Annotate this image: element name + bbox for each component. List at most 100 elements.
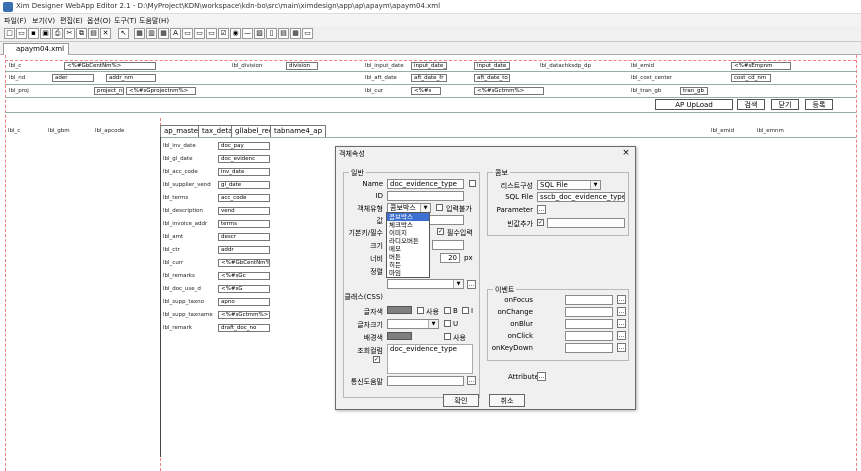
register-button[interactable]: 등록 bbox=[805, 99, 833, 110]
close-button[interactable]: 닫기 bbox=[771, 99, 799, 110]
save-all-icon[interactable]: ▣ bbox=[40, 28, 51, 39]
menu-edit[interactable]: 편집(E) bbox=[60, 16, 83, 26]
copy-icon[interactable]: ⧉ bbox=[76, 28, 87, 39]
grid-icon[interactable]: ▥ bbox=[146, 28, 157, 39]
new-icon[interactable]: □ bbox=[4, 28, 15, 39]
event-edit-button[interactable]: … bbox=[617, 343, 626, 352]
dropdown-option[interactable]: 체크박스 bbox=[387, 221, 429, 229]
combobox-icon[interactable]: ▭ bbox=[206, 28, 217, 39]
form-field[interactable]: doc_pay bbox=[218, 142, 270, 150]
menu-file[interactable]: 파일(F) bbox=[4, 16, 26, 26]
name-input[interactable]: doc_evidence_type bbox=[387, 179, 464, 189]
radio-icon[interactable]: ◉ bbox=[230, 28, 241, 39]
query-textarea[interactable]: doc_evidence_type bbox=[387, 344, 473, 374]
ap-upload-button[interactable]: AP UpLoad bbox=[655, 99, 733, 110]
form-field[interactable]: vend bbox=[218, 207, 270, 215]
print-icon[interactable]: ⎙ bbox=[52, 28, 63, 39]
cut-icon[interactable]: ✂ bbox=[64, 28, 75, 39]
form-field[interactable]: inv_date bbox=[218, 168, 270, 176]
field-centnm[interactable]: <%#GbCentNm%> bbox=[64, 62, 156, 70]
width-input[interactable]: 20 bbox=[440, 253, 460, 263]
align-select[interactable]: ▼ bbox=[387, 279, 464, 289]
forecolor-use-checkbox[interactable] bbox=[417, 307, 424, 314]
form-field[interactable]: doc_evidenc bbox=[218, 155, 270, 163]
field-aft-date-fr[interactable]: aft_date_fr bbox=[411, 74, 447, 82]
dropdown-option[interactable]: 히든 bbox=[387, 261, 429, 269]
pointer-icon[interactable]: ↖ bbox=[118, 28, 129, 39]
close-icon[interactable]: × bbox=[621, 148, 631, 159]
query-checkbox[interactable]: ✓ bbox=[373, 356, 380, 363]
search-button[interactable]: 검색 bbox=[737, 99, 765, 110]
backcolor-use-checkbox[interactable] bbox=[444, 333, 451, 340]
bold-checkbox[interactable] bbox=[444, 307, 451, 314]
field-aft-date-to[interactable]: aft_date_to bbox=[474, 74, 510, 82]
event-edit-button[interactable]: … bbox=[617, 307, 626, 316]
required-checkbox[interactable]: ✓ bbox=[437, 228, 444, 235]
menu-options[interactable]: 옵션(O) bbox=[87, 16, 111, 26]
name-checkbox[interactable] bbox=[469, 180, 476, 187]
event-input-onfocus[interactable] bbox=[565, 295, 613, 305]
doc-tab-apaym04[interactable]: apaym04.xml bbox=[3, 43, 70, 55]
field-empnm[interactable]: <%#sEmpnm bbox=[731, 62, 791, 70]
underline-checkbox[interactable] bbox=[444, 320, 451, 327]
form-field[interactable]: acc_code bbox=[218, 194, 270, 202]
event-input-onblur[interactable] bbox=[565, 319, 613, 329]
readonly-checkbox[interactable] bbox=[436, 204, 443, 211]
dropdown-option[interactable]: 콤보박스 bbox=[387, 213, 429, 221]
list-type-select[interactable]: SQL File ▼ bbox=[537, 180, 601, 190]
menu-tools[interactable]: 도구(T) bbox=[114, 16, 137, 26]
dropdown-option[interactable]: 버튼 bbox=[387, 253, 429, 261]
italic-checkbox[interactable] bbox=[462, 307, 469, 314]
field-division[interactable]: division bbox=[286, 62, 318, 70]
tab-icon[interactable]: ▯ bbox=[266, 28, 277, 39]
form-field[interactable]: draft_doc_no bbox=[218, 324, 270, 332]
dropdown-option[interactable]: 이미지 bbox=[387, 229, 429, 237]
dropdown-option[interactable]: 마임 bbox=[387, 269, 429, 277]
tab-tabname4-ap[interactable]: tabname4_ap bbox=[270, 125, 327, 137]
field-tran-gb[interactable]: tran_gb bbox=[680, 87, 708, 95]
menu-view[interactable]: 보기(V) bbox=[32, 16, 55, 26]
fontsize-select[interactable]: ▼ bbox=[387, 319, 439, 329]
multitab-icon[interactable]: ▤ bbox=[278, 28, 289, 39]
textbox-icon[interactable]: ▭ bbox=[182, 28, 193, 39]
ok-button[interactable]: 확인 bbox=[443, 394, 479, 407]
paste-icon[interactable]: ▤ bbox=[88, 28, 99, 39]
field-gprojectnm[interactable]: <%#sGprojectnm%> bbox=[126, 87, 196, 95]
delete-icon[interactable]: ✕ bbox=[100, 28, 111, 39]
sqlfile-input[interactable]: sscb_doc_evidence_type.sql bbox=[537, 192, 625, 202]
parameter-button[interactable]: … bbox=[537, 205, 546, 214]
menu-help[interactable]: 도움말(H) bbox=[139, 16, 169, 26]
form-field[interactable]: gl_date bbox=[218, 181, 270, 189]
event-input-onchange[interactable] bbox=[565, 307, 613, 317]
event-input-onkeydown[interactable] bbox=[565, 343, 613, 353]
other-icon[interactable]: ▭ bbox=[302, 28, 313, 39]
blank-add-checkbox[interactable]: ✓ bbox=[537, 219, 544, 226]
event-edit-button[interactable]: … bbox=[617, 319, 626, 328]
event-edit-button[interactable]: … bbox=[617, 295, 626, 304]
form-field[interactable]: <%#GbCentNm%> bbox=[218, 259, 270, 267]
form-field[interactable]: <%#sGc bbox=[218, 272, 270, 280]
cancel-button[interactable]: 취소 bbox=[489, 394, 525, 407]
field-s[interactable]: <%#s bbox=[411, 87, 441, 95]
label-icon[interactable]: A bbox=[170, 28, 181, 39]
open-icon[interactable]: ▭ bbox=[16, 28, 27, 39]
event-edit-button[interactable]: … bbox=[617, 331, 626, 340]
size-input[interactable] bbox=[432, 240, 464, 250]
image-icon[interactable]: ▨ bbox=[254, 28, 265, 39]
button-icon[interactable]: ▭ bbox=[194, 28, 205, 39]
form-field[interactable]: descr bbox=[218, 233, 270, 241]
save-icon[interactable]: ▪ bbox=[28, 28, 39, 39]
blank-add-input[interactable] bbox=[547, 218, 625, 228]
css-browse-button[interactable]: … bbox=[467, 280, 476, 289]
form-icon[interactable]: ▦ bbox=[134, 28, 145, 39]
field-cost-cd-nm[interactable]: cost_cd_nm bbox=[731, 74, 771, 82]
id-input[interactable] bbox=[387, 191, 464, 201]
calendar-icon[interactable]: ▦ bbox=[290, 28, 301, 39]
field-input-date-fr[interactable]: input_date_fr bbox=[411, 62, 447, 70]
field-input-date-to[interactable]: input_date_to bbox=[474, 62, 510, 70]
forecolor-swatch[interactable] bbox=[387, 306, 412, 314]
table-icon[interactable]: ▦ bbox=[158, 28, 169, 39]
pagefn-input[interactable] bbox=[387, 376, 464, 386]
form-field[interactable]: apno bbox=[218, 298, 270, 306]
pagefn-browse-button[interactable]: … bbox=[467, 376, 476, 385]
